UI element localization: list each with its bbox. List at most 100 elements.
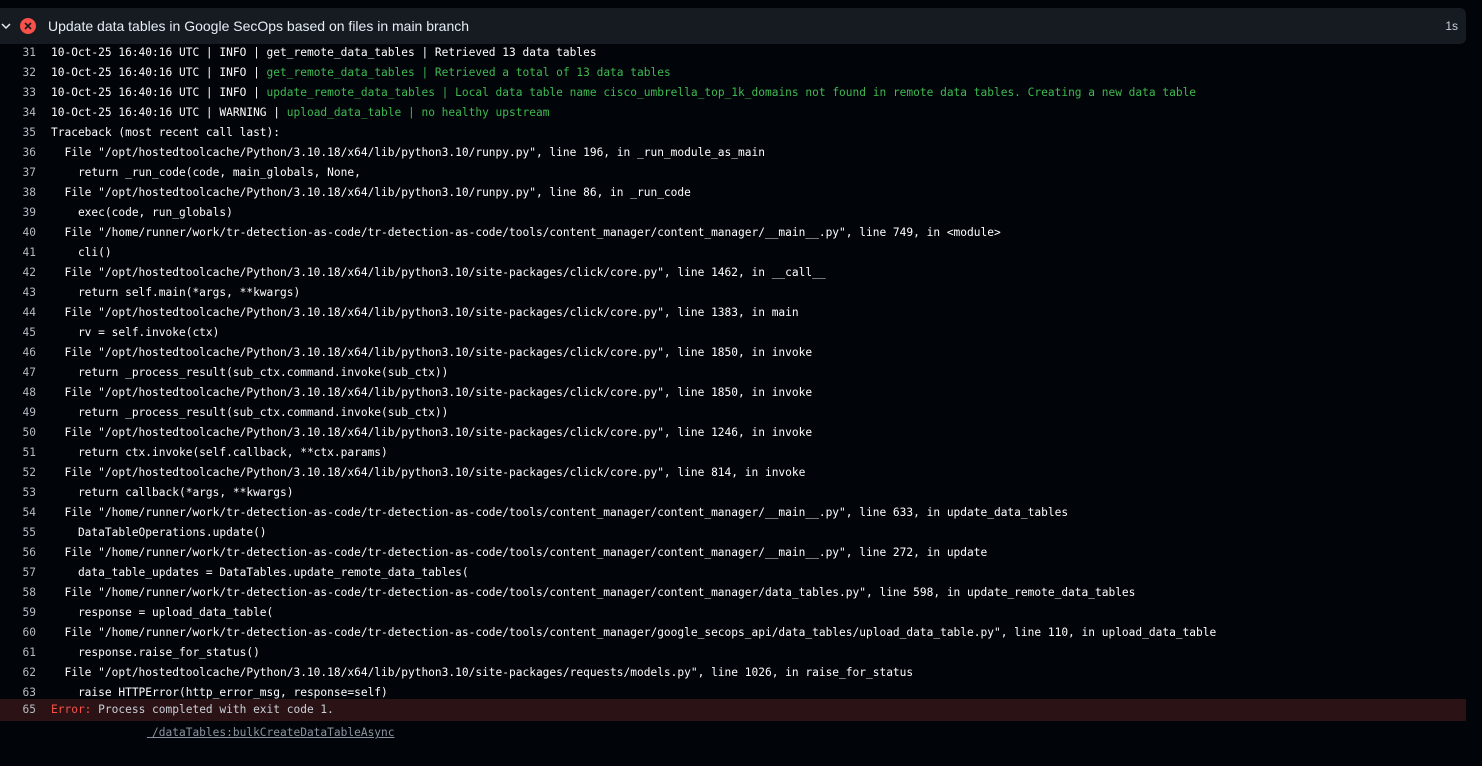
log-text: File "/home/runner/work/tr-detection-as-…	[51, 543, 987, 563]
log-line[interactable]: 32 10-Oct-25 16:40:16 UTC | INFO | get_re…	[0, 63, 1482, 83]
log-line[interactable]: 42 File "/opt/hostedtoolcache/Python/3.1…	[0, 263, 1482, 283]
line-number[interactable]: 41	[0, 243, 36, 263]
log-segment: File "/opt/hostedtoolcache/Python/3.10.1…	[51, 466, 806, 479]
log-line[interactable]: 39 exec(code, run_globals)	[0, 203, 1482, 223]
log-text: File "/home/runner/work/tr-detection-as-…	[51, 623, 1216, 643]
line-number[interactable]: 40	[0, 223, 36, 243]
log-segment: File "/home/runner/work/tr-detection-as-…	[51, 506, 1069, 519]
log-text: File "/home/runner/work/tr-detection-as-…	[51, 583, 1135, 603]
log-line[interactable]: 57 data_table_updates = DataTables.updat…	[0, 563, 1482, 583]
line-number[interactable]: 60	[0, 623, 36, 643]
log-line[interactable]: 38 File "/opt/hostedtoolcache/Python/3.1…	[0, 183, 1482, 203]
log-line[interactable]: 33 10-Oct-25 16:40:16 UTC | INFO | update…	[0, 83, 1482, 103]
log-text: Traceback (most recent call last):	[51, 123, 280, 143]
log-text: File "/home/runner/work/tr-detection-as-…	[51, 503, 1068, 523]
line-number[interactable]: 49	[0, 403, 36, 423]
line-number[interactable]: 38	[0, 183, 36, 203]
log-line[interactable]: 36 File "/opt/hostedtoolcache/Python/3.1…	[0, 143, 1482, 163]
log-text: rv = self.invoke(ctx)	[51, 323, 219, 343]
line-number[interactable]: 50	[0, 423, 36, 443]
chevron-down-icon[interactable]	[0, 21, 16, 31]
log-line[interactable]: 60 File "/home/runner/work/tr-detection-…	[0, 623, 1482, 643]
line-number[interactable]: 31	[0, 43, 36, 63]
log-text: return _process_result(sub_ctx.command.i…	[51, 363, 448, 383]
line-number[interactable]: 33	[0, 83, 36, 103]
log-text: 10-Oct-25 16:40:16 UTC | INFO | update_r…	[51, 83, 1196, 103]
step-duration: 1s	[1445, 19, 1458, 33]
log-line[interactable]: 56 File "/home/runner/work/tr-detection-…	[0, 543, 1482, 563]
step-header[interactable]: Update data tables in Google SecOps base…	[0, 8, 1466, 44]
log-segment: data_table_updates = DataTables.update_r…	[51, 566, 469, 579]
log-text: response.raise_for_status()	[51, 643, 260, 663]
log-line[interactable]: 55 DataTableOperations.update()	[0, 523, 1482, 543]
line-number[interactable]: 46	[0, 343, 36, 363]
line-number[interactable]: 47	[0, 363, 36, 383]
log-line-error[interactable]: 65 Error: Process completed with exit co…	[0, 699, 1466, 721]
line-number[interactable]: 65	[0, 699, 36, 721]
log-line[interactable]: 51 return ctx.invoke(self.callback, **ct…	[0, 443, 1482, 463]
log-text: DataTableOperations.update()	[51, 523, 267, 543]
log-text: data_table_updates = DataTables.update_r…	[51, 563, 469, 583]
log-text: return _run_code(code, main_globals, Non…	[51, 163, 361, 183]
line-number[interactable]: 48	[0, 383, 36, 403]
log-line[interactable]: 44 File "/opt/hostedtoolcache/Python/3.1…	[0, 303, 1482, 323]
line-number[interactable]: 51	[0, 443, 36, 463]
log-line[interactable]: 49 return _process_result(sub_ctx.comman…	[0, 403, 1482, 423]
line-number[interactable]: 45	[0, 323, 36, 343]
log-line[interactable]: 45 rv = self.invoke(ctx)	[0, 323, 1482, 343]
log-line[interactable]: 62 File "/opt/hostedtoolcache/Python/3.1…	[0, 663, 1482, 683]
log-segment: File "/opt/hostedtoolcache/Python/3.10.1…	[51, 186, 691, 199]
line-number[interactable]: 57	[0, 563, 36, 583]
log-segment: 10-Oct-25 16:40:16 UTC | INFO |	[51, 66, 267, 79]
log-line[interactable]: 37 return _run_code(code, main_globals, …	[0, 163, 1482, 183]
line-number[interactable]: 44	[0, 303, 36, 323]
log-segment: cli()	[51, 246, 112, 259]
line-number[interactable]: 54	[0, 503, 36, 523]
log-segment: return _run_code(code, main_globals, Non…	[51, 166, 361, 179]
log-line[interactable]: 40 File "/home/runner/work/tr-detection-…	[0, 223, 1482, 243]
log-line[interactable]: 46 File "/opt/hostedtoolcache/Python/3.1…	[0, 343, 1482, 363]
log-line[interactable]: 53 return callback(*args, **kwargs)	[0, 483, 1482, 503]
line-number[interactable]: 53	[0, 483, 36, 503]
log-segment: raise HTTPError(http_error_msg, response…	[51, 686, 388, 699]
line-number[interactable]: 34	[0, 103, 36, 123]
log-line[interactable]: 34 10-Oct-25 16:40:16 UTC | WARNING | upl…	[0, 103, 1482, 123]
line-number[interactable]: 43	[0, 283, 36, 303]
log-line[interactable]: 47 return _process_result(sub_ctx.comman…	[0, 363, 1482, 383]
line-number[interactable]: 62	[0, 663, 36, 683]
line-number[interactable]: 58	[0, 583, 36, 603]
log-text: return ctx.invoke(self.callback, **ctx.p…	[51, 443, 388, 463]
log-text: File "/opt/hostedtoolcache/Python/3.10.1…	[51, 143, 765, 163]
line-number[interactable]: 42	[0, 263, 36, 283]
log-segment: File "/home/runner/work/tr-detection-as-…	[51, 546, 988, 559]
line-number[interactable]: 52	[0, 463, 36, 483]
line-number[interactable]: 56	[0, 543, 36, 563]
log-text: File "/opt/hostedtoolcache/Python/3.10.1…	[51, 463, 805, 483]
line-number[interactable]: 37	[0, 163, 36, 183]
line-number[interactable]: 36	[0, 143, 36, 163]
log-text: File "/home/runner/work/tr-detection-as-…	[51, 223, 1001, 243]
line-number[interactable]: 32	[0, 63, 36, 83]
log-text: 10-Oct-25 16:40:16 UTC | INFO | get_remo…	[51, 63, 671, 83]
line-number[interactable]: 61	[0, 643, 36, 663]
log-line[interactable]: 54 File "/home/runner/work/tr-detection-…	[0, 503, 1482, 523]
log-segment: 10-Oct-25 16:40:16 UTC | INFO | get_remo…	[51, 46, 597, 59]
log-segment: File "/opt/hostedtoolcache/Python/3.10.1…	[51, 666, 914, 679]
line-number[interactable]: 59	[0, 603, 36, 623]
log-line[interactable]: 59 response = upload_data_table(	[0, 603, 1482, 623]
log-line[interactable]: 48 File "/opt/hostedtoolcache/Python/3.1…	[0, 383, 1482, 403]
log-line[interactable]: 52 File "/opt/hostedtoolcache/Python/3.1…	[0, 463, 1482, 483]
log-segment: 10-Oct-25 16:40:16 UTC | INFO |	[51, 86, 267, 99]
line-number[interactable]: 39	[0, 203, 36, 223]
line-number[interactable]: 55	[0, 523, 36, 543]
line-number[interactable]: 35	[0, 123, 36, 143]
log-line[interactable]: 58 File "/home/runner/work/tr-detection-…	[0, 583, 1482, 603]
log-line[interactable]: 43 return self.main(*args, **kwargs)	[0, 283, 1482, 303]
log-line[interactable]: 41 cli()	[0, 243, 1482, 263]
log-line[interactable]: 31 10-Oct-25 16:40:16 UTC | INFO | get_re…	[0, 43, 1482, 63]
log-line[interactable]: 50 File "/opt/hostedtoolcache/Python/3.1…	[0, 423, 1482, 443]
log-segment: File "/opt/hostedtoolcache/Python/3.10.1…	[51, 266, 826, 279]
log-segment: File "/home/runner/work/tr-detection-as-…	[51, 226, 1001, 239]
log-line[interactable]: 35 Traceback (most recent call last):	[0, 123, 1482, 143]
log-line[interactable]: 61 response.raise_for_status()	[0, 643, 1482, 663]
